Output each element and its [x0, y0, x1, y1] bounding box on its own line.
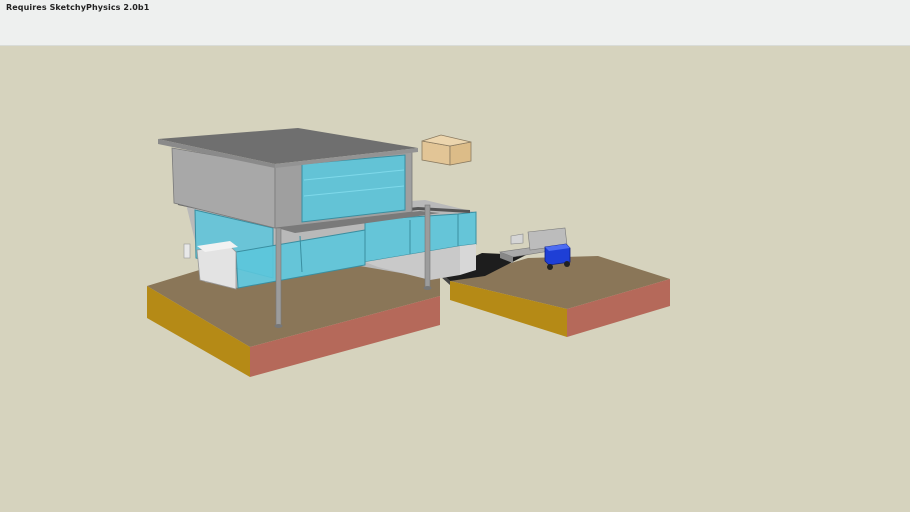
support-pole-right	[424, 204, 431, 290]
upper-glass-window	[301, 154, 406, 223]
floating-box[interactable]	[421, 134, 472, 166]
header-bar: Requires SketchyPhysics 2.0b1	[0, 0, 910, 46]
side-unit-tag	[183, 243, 191, 259]
support-pole-front	[275, 227, 282, 328]
garage-side	[460, 244, 476, 275]
scene-svg[interactable]	[0, 46, 910, 512]
cart-wheel-right	[564, 261, 570, 267]
pole-base-front	[274, 324, 283, 328]
requirement-note: Requires SketchyPhysics 2.0b1	[6, 3, 150, 12]
pole-base-right	[423, 286, 432, 290]
cart-handle	[510, 233, 524, 245]
3d-viewport[interactable]	[0, 46, 910, 512]
cart-wheel-left	[547, 264, 553, 270]
